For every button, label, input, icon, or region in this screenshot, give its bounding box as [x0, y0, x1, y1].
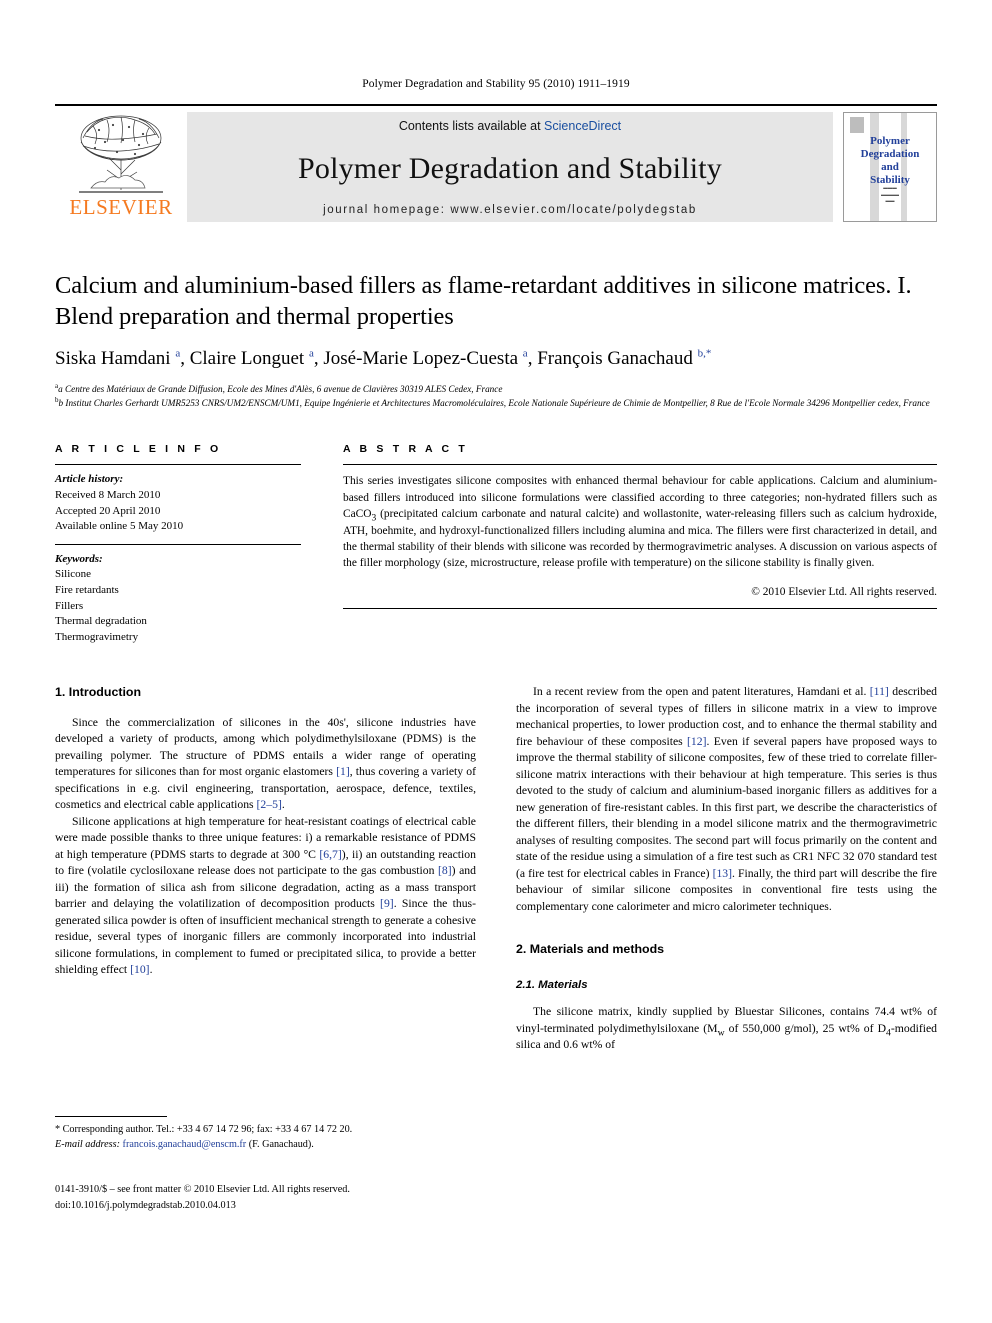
cover-title-line-2: Degradation	[860, 147, 920, 160]
keywords-group: Keywords: Silicone Fire retardants Fille…	[55, 545, 301, 655]
materials-paragraph-1: The silicone matrix, kindly supplied by …	[516, 1004, 937, 1054]
keyword-item: Thermal degradation	[55, 615, 147, 628]
intro-paragraph-3: In a recent review from the open and pat…	[516, 684, 937, 915]
email-suffix: (F. Ganachaud).	[246, 1139, 314, 1151]
citation-ref[interactable]: [2–5]	[257, 798, 282, 811]
affiliation-a-text: a Centre des Matériaux de Grande Diffusi…	[58, 384, 503, 395]
section-heading-materials-methods: 2. Materials and methods	[516, 942, 665, 957]
affiliation-list: aa Centre des Matériaux de Grande Diffus…	[55, 383, 937, 411]
keyword-item: Fillers	[55, 599, 84, 612]
footnote-area: * Corresponding author. Tel.: +33 4 67 1…	[55, 1116, 476, 1153]
abstract-column: A B S T R A C T This series investigates…	[343, 443, 937, 654]
section-heading-introduction: 1. Introduction	[55, 685, 142, 700]
elsevier-logo: ELSEVIER	[55, 106, 187, 226]
citation-ref[interactable]: [1]	[336, 765, 350, 778]
elsevier-wordmark: ELSEVIER	[69, 195, 173, 219]
issn-front-matter: 0141-3910/$ – see front matter © 2010 El…	[55, 1184, 350, 1196]
citation-ref[interactable]: [11]	[870, 685, 889, 698]
contents-available-line: Contents lists available at ScienceDirec…	[399, 119, 621, 133]
journal-article-page: Polymer Degradation and Stability 95 (20…	[0, 0, 992, 1323]
intro-p2-part-e: .	[149, 963, 153, 977]
imprint-block: 0141-3910/$ – see front matter © 2010 El…	[55, 1182, 476, 1213]
materials-p1-part-b: of 550,000 g/mol), 25 wt% of D	[724, 1021, 887, 1035]
article-history-received: Received 8 March 2010	[55, 488, 161, 501]
keyword-item: Thermogravimetry	[55, 630, 139, 643]
elsevier-tree-icon	[79, 115, 163, 193]
journal-title: Polymer Degradation and Stability	[297, 151, 723, 185]
article-info-column: A R T I C L E I N F O Article history: R…	[55, 443, 301, 654]
citation-ref[interactable]: [9]	[380, 897, 394, 910]
cover-mini-logo	[850, 117, 864, 133]
intro-p3-part-a: In a recent review from the open and pat…	[533, 685, 870, 699]
sciencedirect-link[interactable]: ScienceDirect	[544, 119, 621, 133]
body-column-left: 1. Introduction Since the commercializat…	[55, 684, 476, 1211]
citation-ref[interactable]: [12]	[687, 735, 706, 748]
journal-band: Contents lists available at ScienceDirec…	[187, 112, 833, 222]
citation-ref[interactable]: [10]	[130, 963, 149, 976]
keyword-item: Fire retardants	[55, 584, 119, 597]
email-link[interactable]: francois.ganachaud@enscm.fr	[123, 1139, 247, 1150]
abstract-copyright: © 2010 Elsevier Ltd. All rights reserved…	[751, 585, 937, 598]
journal-cover-thumbnail: Polymer Degradation and Stability ▬▬▬ ▬▬▬…	[843, 112, 937, 222]
body-column-right: In a recent review from the open and pat…	[516, 684, 937, 1053]
citation-ref[interactable]: [8]	[438, 864, 452, 877]
corresponding-author-note: * Corresponding author. Tel.: +33 4 67 1…	[55, 1124, 353, 1136]
abstract-rule-bottom	[343, 607, 937, 609]
citation-ref[interactable]: [6,7]	[319, 848, 341, 861]
cover-title-line-1: Polymer	[870, 135, 910, 147]
journal-masthead: ELSEVIER Contents lists available at Sci…	[55, 104, 937, 226]
running-head: Polymer Degradation and Stability 95 (20…	[362, 78, 630, 90]
affiliation-a: aa Centre des Matériaux de Grande Diffus…	[55, 382, 503, 395]
body-columns: 1. Introduction Since the commercializat…	[55, 684, 937, 1211]
article-history-accepted: Accepted 20 April 2010	[55, 504, 161, 517]
cover-footer-text: ▬▬▬ ▬▬▬▬ ▬▬	[881, 184, 899, 204]
article-history-label: Article history:	[55, 473, 124, 486]
email-label: E-mail address:	[55, 1139, 120, 1151]
article-info-heading: A R T I C L E I N F O	[55, 443, 222, 456]
doi-line: doi:10.1016/j.polymdegradstab.2010.04.01…	[55, 1199, 236, 1211]
citation-ref[interactable]: [13]	[713, 867, 732, 880]
intro-paragraph-2: Silicone applications at high temperatur…	[55, 814, 476, 979]
title-block: Calcium and aluminium-based fillers as f…	[55, 270, 937, 411]
subscript-w: w	[717, 1026, 725, 1038]
info-abstract-region: A R T I C L E I N F O Article history: R…	[55, 443, 937, 654]
keywords-label: Keywords:	[55, 552, 103, 565]
abstract-heading: A B S T R A C T	[343, 443, 468, 456]
footnote-rule	[55, 1116, 167, 1118]
intro-p1-part-c: .	[281, 798, 285, 812]
cover-title: Polymer Degradation and Stability	[844, 135, 936, 187]
article-history-online: Available online 5 May 2010	[55, 520, 184, 533]
affiliation-b: bb Institut Charles Gerhardt UMR5253 CNR…	[55, 396, 930, 409]
article-history-group: Article history: Received 8 March 2010 A…	[55, 465, 301, 543]
affiliation-b-text: b Institut Charles Gerhardt UMR5253 CNRS…	[58, 398, 930, 409]
contents-prefix: Contents lists available at	[398, 119, 545, 133]
abstract-text: This series investigates silicone compos…	[343, 475, 937, 570]
cover-title-line-3: and	[881, 160, 899, 173]
author-list: Siska Hamdani a, Claire Longuet a, José-…	[55, 347, 712, 369]
journal-homepage-line[interactable]: journal homepage: www.elsevier.com/locat…	[323, 204, 697, 216]
keyword-item: Silicone	[55, 568, 92, 581]
article-title: Calcium and aluminium-based fillers as f…	[55, 272, 912, 331]
subsection-heading-materials: 2.1. Materials	[516, 978, 588, 991]
intro-p3-part-c: . Even if several papers have proposed w…	[516, 734, 937, 880]
intro-paragraph-1: Since the commercialization of silicones…	[55, 715, 476, 814]
email-note: E-mail address: francois.ganachaud@enscm…	[55, 1138, 476, 1153]
